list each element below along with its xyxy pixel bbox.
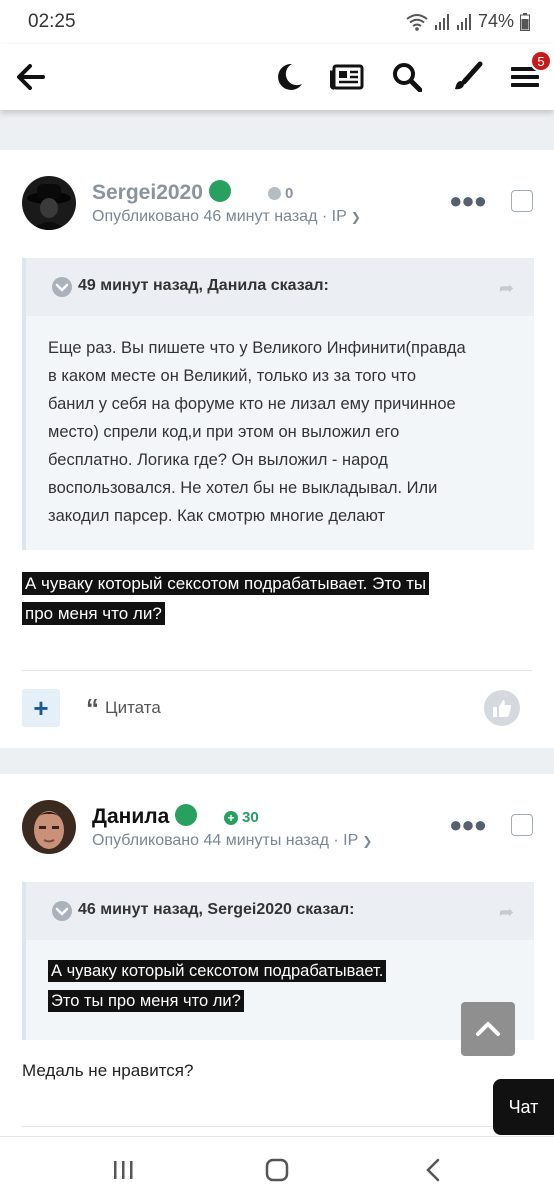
chevron-up-icon — [476, 1022, 500, 1036]
battery-percent: 74% — [477, 11, 514, 31]
quote-text: Еще раз. Вы пишете что у Великого Инфини… — [48, 339, 466, 525]
chevron-down-icon[interactable]: ❯ — [362, 834, 372, 848]
post-card: Sergei2020 0 Опубликовано 46 минут назад… — [0, 150, 554, 748]
home-icon — [265, 1158, 289, 1182]
chat-button[interactable]: Чат — [493, 1079, 554, 1135]
quote-header: 46 минут назад, Sergei2020 сказал: ➦ — [26, 882, 534, 940]
author-name[interactable]: Данила — [92, 804, 198, 829]
like-button[interactable] — [484, 690, 520, 726]
top-toolbar: 5 — [0, 44, 554, 110]
post-meta: Опубликовано 46 минут назад · IP ❯ — [92, 208, 361, 225]
scroll-to-top-button[interactable] — [461, 1002, 515, 1056]
share-arrow-icon[interactable]: ➦ — [499, 902, 514, 923]
paint-brush-icon — [455, 61, 483, 90]
status-time: 02:25 — [28, 11, 76, 32]
activity-button[interactable] — [326, 56, 368, 98]
chevron-down-icon[interactable] — [52, 277, 72, 297]
thumbs-up-icon — [493, 700, 512, 717]
signal-icon-2 — [456, 13, 471, 30]
system-back-button[interactable] — [420, 1157, 446, 1183]
share-arrow-icon[interactable]: ➦ — [499, 278, 514, 299]
battery-icon — [520, 12, 530, 31]
quote-block: 46 минут назад, Sergei2020 сказал: ➦ А ч… — [22, 882, 534, 1040]
quote-block: 49 минут назад, Данила сказал: ➦ Еще раз… — [22, 258, 534, 550]
home-button[interactable] — [264, 1157, 290, 1183]
reputation-badge[interactable]: + 30 — [224, 809, 259, 826]
menu-button[interactable]: 5 — [504, 50, 552, 98]
chevron-down-icon[interactable]: ❯ — [351, 210, 361, 224]
select-post-checkbox[interactable] — [511, 814, 533, 836]
post-body: А чуваку который сексотом подрабатывает.… — [22, 569, 430, 629]
chevron-down-icon[interactable] — [52, 901, 72, 921]
online-indicator — [175, 804, 198, 826]
more-options-icon[interactable]: ●●● — [449, 812, 487, 838]
quote-title: 46 минут назад, Sergei2020 сказал: — [78, 901, 355, 918]
post-meta: Опубликовано 44 минуты назад · IP ❯ — [92, 832, 373, 849]
more-options-icon[interactable]: ●●● — [449, 188, 487, 214]
chevron-left-icon — [426, 1158, 440, 1182]
avatar[interactable] — [22, 176, 76, 230]
newspaper-icon — [330, 64, 364, 90]
system-nav-bar — [0, 1136, 554, 1200]
neutral-reputation-icon — [268, 187, 281, 200]
reputation-badge[interactable]: 0 — [268, 185, 293, 202]
recent-apps-button[interactable] — [110, 1157, 136, 1183]
quote-marks-icon: “ — [86, 693, 99, 723]
search-button[interactable] — [386, 56, 428, 98]
signal-icon — [434, 13, 449, 30]
post-body: Медаль не нравится? — [22, 1061, 194, 1080]
divider — [22, 1126, 532, 1127]
author-name[interactable]: Sergei2020 — [92, 180, 231, 205]
moon-icon — [278, 63, 302, 90]
style-button[interactable] — [446, 56, 488, 98]
quote-button[interactable]: “ Цитата — [86, 693, 161, 723]
post-card: Данила + 30 Опубликовано 44 минуты назад… — [0, 774, 554, 1136]
search-icon — [393, 63, 422, 92]
recent-apps-icon — [114, 1161, 133, 1179]
quote-header: 49 минут назад, Данила сказал: ➦ — [26, 258, 534, 316]
quote-text: А чуваку который сексотом подрабатывает.… — [26, 940, 534, 1036]
select-post-checkbox[interactable] — [511, 190, 533, 212]
theme-toggle-button[interactable] — [268, 56, 310, 98]
back-arrow-icon — [17, 64, 45, 90]
plus-circle-icon: + — [224, 810, 238, 825]
status-bar: 02:25 74% — [0, 0, 554, 44]
wifi-icon — [406, 13, 428, 31]
multiquote-button[interactable]: + — [22, 689, 60, 727]
notification-badge: 5 — [530, 50, 552, 72]
online-indicator — [208, 180, 231, 202]
quote-title: 49 минут назад, Данила сказал: — [78, 277, 329, 294]
back-button[interactable] — [10, 56, 52, 98]
avatar[interactable] — [22, 800, 76, 854]
divider — [22, 670, 532, 671]
